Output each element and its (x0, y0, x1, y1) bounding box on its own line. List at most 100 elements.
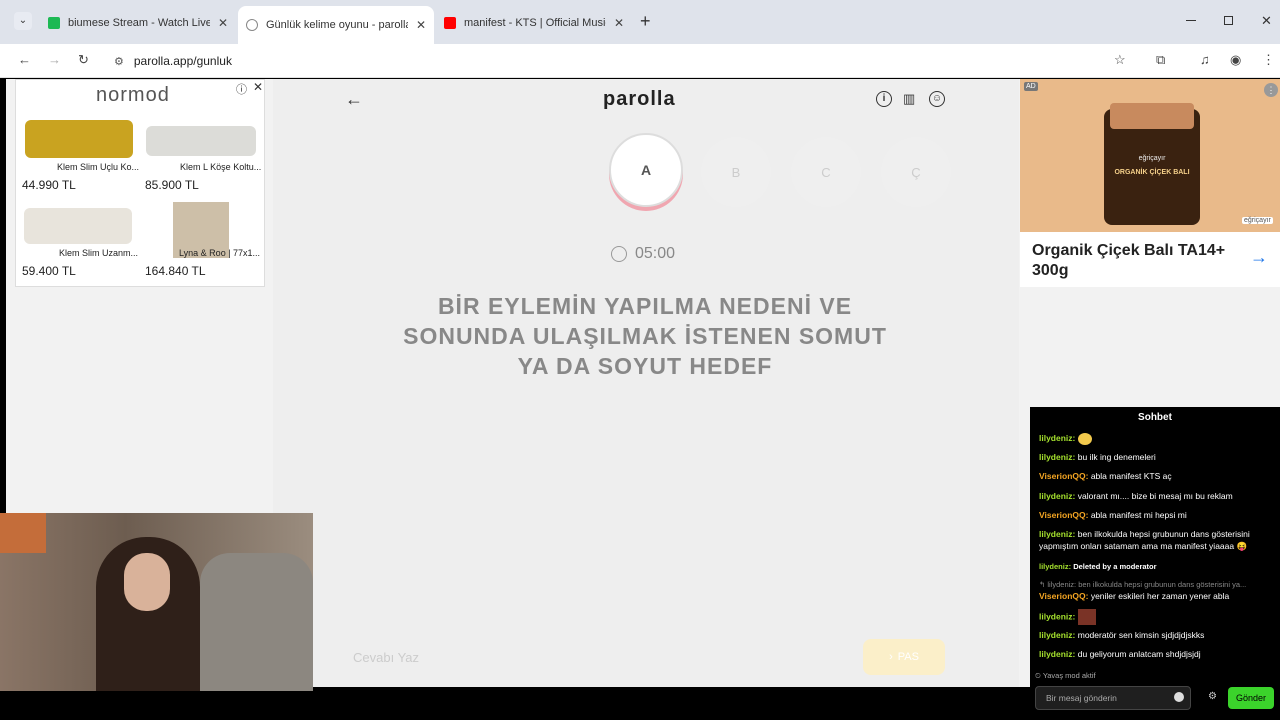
site-info-icon[interactable]: ⚙ (114, 55, 124, 68)
menu-icon[interactable]: ⋮ (1262, 52, 1275, 68)
game-area: ← parolla i ▥ ☺ A B C Ç 05:00 BİR EYLEMİ… (273, 79, 1019, 687)
right-ad[interactable]: eğriçayır ORGANİK ÇİÇEK BALI eğriçayır A… (1020, 79, 1280, 287)
product-name[interactable]: Klem Slim Uzanm... (59, 248, 138, 258)
pass-chevron-icon: › (889, 651, 893, 663)
pass-label: PAS (897, 651, 919, 663)
webcam-armchair (200, 553, 313, 691)
tab-bar: ⌄ biumese Stream - Watch Live on Kick ✕ … (0, 0, 1280, 44)
clock-icon (611, 246, 627, 262)
slow-mode-status: ⏲ Yavaş mod aktif (1035, 671, 1096, 680)
emote-icon (1077, 609, 1096, 625)
chat-message: lilydeniz: bu ilk ing denemeleri (1039, 452, 1156, 462)
product-price: 59.400 TL (22, 264, 76, 278)
new-tab-button[interactable]: + (640, 12, 651, 30)
jar-product: ORGANİK ÇİÇEK BALI (1114, 169, 1190, 176)
tab-youtube[interactable]: manifest - KTS | Official Music Video ✕ (436, 8, 632, 38)
product-name[interactable]: Klem L Köşe Koltu... (180, 162, 261, 172)
close-window-icon[interactable]: ✕ (1261, 13, 1272, 29)
tab-parolla[interactable]: Günlük kelime oyunu - parolla ✕ (238, 6, 434, 44)
back-icon[interactable]: ← (18, 52, 31, 67)
product-image[interactable] (146, 126, 256, 156)
reload-icon[interactable]: ↻ (78, 52, 89, 68)
chat-message: lilydeniz: Deleted by a moderator (1039, 562, 1157, 571)
product-image[interactable] (24, 208, 132, 244)
chat-message: lilydeniz: (1039, 432, 1275, 445)
webcam-overlay (0, 513, 313, 691)
webcam-painting (0, 513, 46, 553)
browser-toolbar: ← → ↻ ⚙ parolla.app/gunluk ☆ ⧉ ♫ ◉ ⋮ (0, 44, 1280, 78)
answer-input[interactable]: Cevabı Yaz (341, 637, 951, 677)
tab-title: manifest - KTS | Official Music Video (464, 17, 606, 29)
chat-settings-icon[interactable]: ⚙ (1208, 691, 1217, 702)
kick-favicon-icon (48, 17, 60, 29)
youtube-favicon-icon (444, 17, 456, 29)
chat-message: ViserionQQ: abla manifest KTS aç (1039, 471, 1172, 481)
tab-list-chevron-icon[interactable]: ⌄ (14, 12, 32, 30)
profile-icon[interactable]: ☺ (929, 91, 945, 107)
ad-title[interactable]: Organik Çiçek Balı TA14+ 300g (1032, 241, 1232, 281)
tab-kick[interactable]: biumese Stream - Watch Live on Kick ✕ (40, 8, 236, 38)
letter: B (731, 164, 741, 180)
info-icon[interactable]: i (876, 91, 892, 107)
letter: A (640, 162, 652, 178)
letter-circle: Ç (881, 137, 951, 207)
chat-message: ViserionQQ: yeniler eskileri her zaman y… (1039, 591, 1230, 601)
minimize-icon[interactable] (1186, 20, 1196, 21)
timer: 05:00 (611, 245, 675, 263)
letter: Ç (911, 164, 921, 180)
address-bar[interactable]: ⚙ parolla.app/gunluk (106, 48, 1146, 74)
chat-input-placeholder: Bir mesaj gönderin (1046, 693, 1117, 703)
pass-button[interactable]: › PAS (863, 639, 945, 675)
chat-title: Sohbet (1138, 412, 1172, 423)
letter-circle: B (701, 137, 771, 207)
chat-message: ViserionQQ: abla manifest mi hepsi mi (1039, 510, 1187, 520)
stats-icon[interactable]: ▥ (903, 91, 919, 107)
back-arrow-icon[interactable]: ← (345, 89, 363, 110)
left-ad[interactable]: normod ⓘ ✕ Klem Slim Uçlu Ko... 44.990 T… (15, 79, 265, 287)
forward-icon[interactable]: → (48, 52, 61, 67)
product-price: 164.840 TL (145, 264, 206, 278)
jar-brand: eğriçayır (1138, 155, 1166, 162)
close-tab-icon[interactable]: ✕ (614, 16, 624, 30)
close-tab-icon[interactable]: ✕ (416, 18, 426, 32)
chat-message: lilydeniz: ben ilkokulda hepsi grubunun … (1039, 529, 1250, 551)
ad-image[interactable]: eğriçayır ORGANİK ÇİÇEK BALI eğriçayır (1020, 79, 1280, 232)
ad-close-icon[interactable]: ✕ (253, 80, 263, 94)
product-price: 85.900 TL (145, 178, 199, 192)
chat-message: lilydeniz: du geliyorum anlatcam shdjdjs… (1039, 649, 1201, 659)
honey-jar: eğriçayır ORGANİK ÇİÇEK BALI (1104, 103, 1200, 225)
letter-circle-active: A (609, 133, 683, 207)
timer-value: 05:00 (635, 245, 676, 262)
bookmark-star-icon[interactable]: ☆ (1114, 52, 1126, 68)
media-icon[interactable]: ♫ (1200, 52, 1210, 67)
ad-badge: AD (1024, 82, 1038, 91)
extensions-icon[interactable]: ⧉ (1156, 52, 1165, 68)
maximize-icon[interactable] (1224, 16, 1233, 25)
chat-input[interactable]: Bir mesaj gönderin (1035, 686, 1191, 710)
url-text: parolla.app/gunluk (133, 54, 232, 68)
letter: C (821, 164, 831, 180)
chat-message: lilydeniz: valorant mı.... bize bi mesaj… (1039, 491, 1233, 501)
chat-message: lilydeniz: (1039, 609, 1275, 625)
ad-watermark: eğriçayır (1242, 217, 1273, 224)
send-button[interactable]: Gönder (1228, 687, 1274, 709)
emoji-icon[interactable] (1174, 692, 1184, 702)
answer-placeholder: Cevabı Yaz (353, 649, 420, 665)
ad-info-icon[interactable]: ⓘ (236, 81, 247, 97)
chat-username: lilydeniz: (1039, 433, 1076, 443)
product-name[interactable]: Lyna & Roo | 77x1... (179, 248, 260, 258)
logo[interactable]: parolla (603, 88, 676, 111)
webcam-face (124, 553, 170, 611)
product-name[interactable]: Klem Slim Uçlu Ko... (57, 162, 139, 172)
chat-panel: Sohbet lilydeniz: lilydeniz: bu ilk ing … (1030, 407, 1280, 720)
ad-arrow-icon[interactable]: → (1250, 247, 1268, 268)
slow-mode-icon: ⏲ (1035, 671, 1041, 680)
chat-message: lilydeniz: moderatör sen kimsin sjdjdjdj… (1039, 630, 1205, 640)
close-tab-icon[interactable]: ✕ (218, 16, 228, 30)
ad-menu-icon[interactable]: ⋮ (1264, 83, 1278, 97)
product-image[interactable] (25, 120, 133, 158)
profile-icon[interactable]: ◉ (1230, 52, 1241, 68)
parolla-favicon-icon (246, 19, 258, 31)
ad-brand: normod (96, 84, 170, 106)
emote-icon (1077, 432, 1092, 445)
